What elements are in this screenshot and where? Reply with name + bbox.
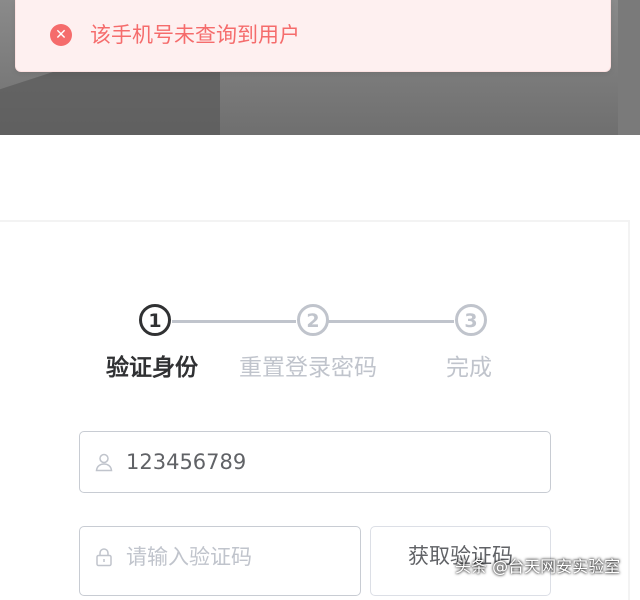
lock-icon	[96, 548, 112, 567]
step-2-indicator: 2	[297, 304, 329, 336]
verification-code-input[interactable]: 请输入验证码	[79, 526, 361, 596]
step-1-indicator: 1	[139, 304, 171, 336]
close-circle-icon[interactable]: ✕	[50, 24, 72, 46]
step-1-label: 验证身份	[106, 355, 198, 381]
step-3-label: 完成	[446, 355, 492, 381]
step-3-indicator: 3	[455, 304, 487, 336]
user-icon	[95, 453, 113, 472]
phone-input[interactable]: 123456789	[79, 431, 551, 493]
banner-edge	[618, 0, 640, 135]
step-connector-2	[328, 320, 454, 323]
phone-input-value: 123456789	[126, 450, 247, 474]
step-2-label: 重置登录密码	[239, 355, 377, 381]
step-connector-1	[172, 320, 296, 323]
error-message-toast: ✕ 该手机号未查询到用户	[15, 0, 611, 72]
verification-code-placeholder: 请输入验证码	[126, 545, 252, 569]
watermark: 头条 @台天网安实验室	[455, 557, 621, 576]
error-message-text: 该手机号未查询到用户	[90, 23, 300, 47]
